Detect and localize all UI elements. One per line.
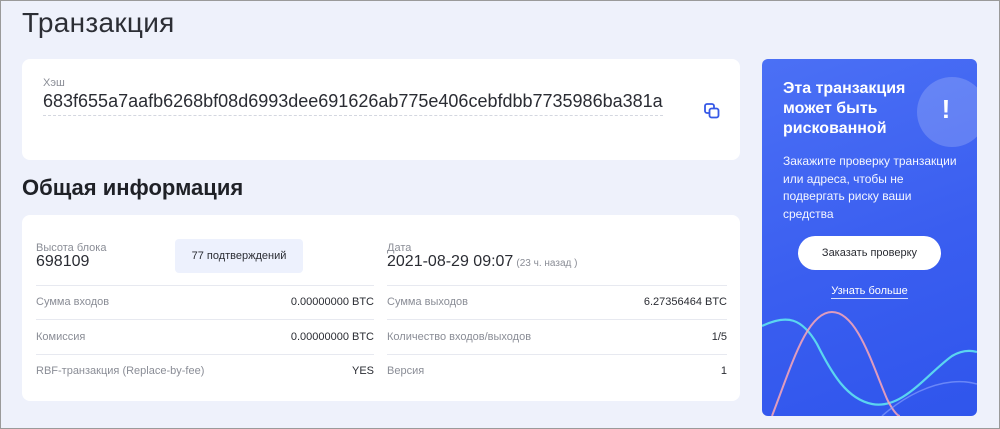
fee-value: 0.00000000 BTC bbox=[290, 331, 374, 343]
learn-more-link[interactable]: Узнать больше bbox=[831, 285, 908, 299]
copy-icon[interactable] bbox=[702, 101, 722, 121]
divider bbox=[36, 285, 374, 286]
rbf-label: RBF-транзакция (Replace-by-fee) bbox=[36, 365, 205, 377]
promo-text: Закажите проверку транзакции или адреса,… bbox=[783, 154, 957, 221]
promo-title: Эта транзакция может быть рискованной bbox=[783, 80, 906, 137]
hash-card: Хэш 683f655a7aafb6268bf08d6993dee691626a… bbox=[22, 59, 740, 160]
inputs-sum-value: 0.00000000 BTC bbox=[290, 296, 374, 308]
divider bbox=[36, 354, 374, 355]
divider bbox=[387, 285, 727, 286]
hash-label: Хэш bbox=[43, 77, 65, 89]
block-height-value[interactable]: 698109 bbox=[36, 253, 89, 271]
version-value: 1 bbox=[720, 365, 727, 377]
date-ago: (23 ч. назад ) bbox=[516, 258, 578, 269]
fee-label: Комиссия bbox=[36, 331, 86, 343]
confirmations-badge: 77 подтверждений bbox=[175, 239, 303, 273]
rbf-value: YES bbox=[351, 365, 374, 377]
version-label: Версия bbox=[387, 365, 425, 377]
order-check-button[interactable]: Заказать проверку bbox=[798, 236, 941, 270]
inputs-sum-label: Сумма входов bbox=[36, 296, 110, 308]
outputs-sum-label: Сумма выходов bbox=[387, 296, 469, 308]
learn-more-link-wrap: Узнать больше bbox=[762, 285, 977, 299]
hash-value[interactable]: 683f655a7aafb6268bf08d6993dee691626ab775… bbox=[43, 91, 663, 116]
info-card: Высота блока 698109 77 подтверждений Дат… bbox=[22, 215, 740, 401]
date-value: 2021-08-29 09:07 bbox=[387, 253, 514, 270]
io-count-value: 1/5 bbox=[711, 331, 727, 343]
outputs-sum-value: 6.27356464 BTC bbox=[643, 296, 727, 308]
section-title: Общая информация bbox=[22, 175, 244, 200]
divider bbox=[36, 319, 374, 320]
divider bbox=[387, 354, 727, 355]
date-row: 2021-08-29 09:07 (23 ч. назад ) bbox=[387, 253, 577, 271]
page-title: Транзакция bbox=[22, 7, 175, 38]
io-count-label: Количество входов/выходов bbox=[387, 331, 532, 343]
risk-promo-panel: ! Эта транзакция может быть рискованной … bbox=[762, 59, 977, 416]
decorative-waves bbox=[762, 310, 977, 416]
divider bbox=[387, 319, 727, 320]
